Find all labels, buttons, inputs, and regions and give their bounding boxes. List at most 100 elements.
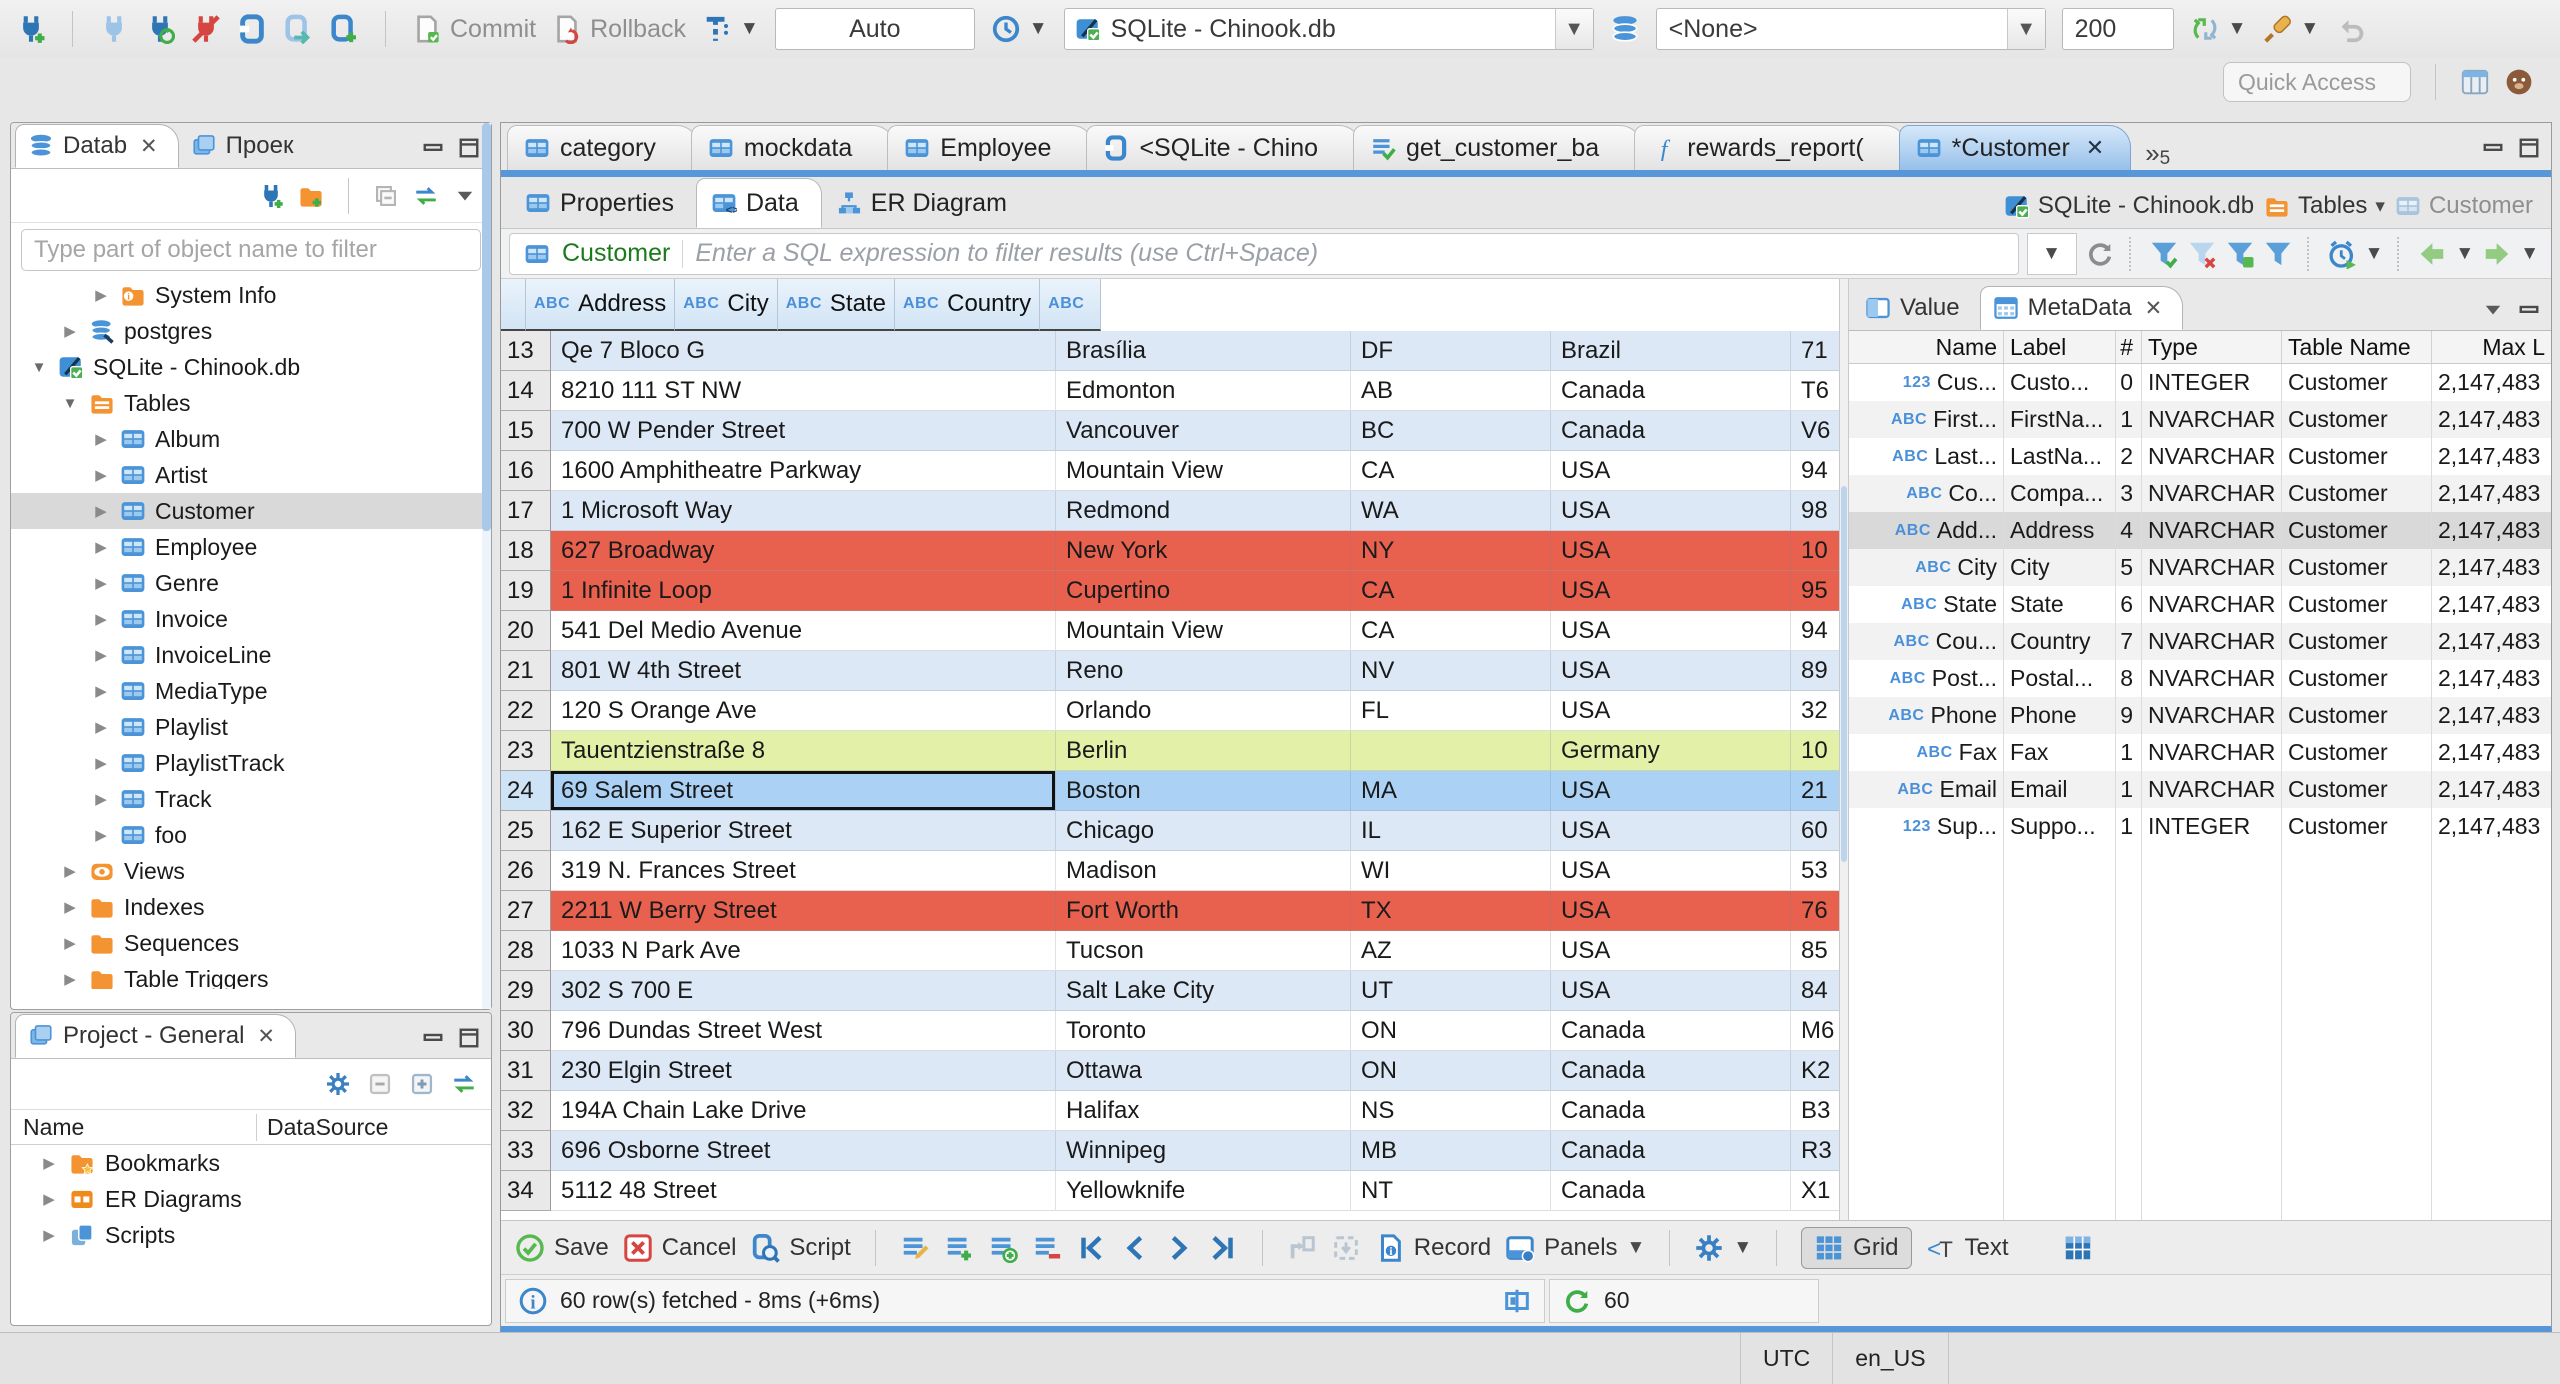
row-copy-icon[interactable] — [988, 1233, 1018, 1263]
cell-country[interactable]: USA — [1551, 531, 1791, 571]
tree-item[interactable]: Playlist — [11, 709, 491, 745]
cell-postalcode[interactable]: R3 — [1791, 1131, 1839, 1171]
row-number[interactable]: 23 — [501, 731, 551, 771]
breadcrumb-database[interactable]: SQLite - Chinook.db — [2004, 192, 2254, 220]
cell-address[interactable]: 541 Del Medio Avenue — [551, 611, 1056, 651]
project-item[interactable]: ER Diagrams — [11, 1181, 491, 1217]
collapse-all-icon[interactable] — [373, 183, 399, 209]
cell-city[interactable]: Boston — [1056, 771, 1351, 811]
expander-icon[interactable] — [60, 934, 80, 952]
cancel-button[interactable]: Cancel — [623, 1233, 736, 1263]
cell-state[interactable]: ON — [1351, 1051, 1551, 1091]
cell-state[interactable]: BC — [1351, 411, 1551, 451]
fetch-page-gray-icon[interactable] — [1287, 1233, 1317, 1263]
nav-prev-icon[interactable] — [1120, 1233, 1150, 1263]
result-tab[interactable]: ER Diagram — [822, 178, 1029, 228]
cell-city[interactable]: Halifax — [1056, 1091, 1351, 1131]
editor-tab[interactable]: get_customer_ba — [1353, 125, 1643, 170]
gear-icon[interactable] — [325, 1071, 351, 1097]
cell-state[interactable] — [1351, 731, 1551, 771]
tab-overflow-button[interactable]: » 5 — [2123, 136, 2184, 170]
cell-address[interactable]: 230 Elgin Street — [551, 1051, 1056, 1091]
quick-access-input[interactable]: Quick Access — [2223, 62, 2411, 102]
row-number[interactable]: 27 — [501, 891, 551, 931]
commit-button[interactable]: Commit — [412, 14, 536, 44]
expander-icon[interactable] — [91, 826, 111, 844]
cell-country[interactable]: USA — [1551, 811, 1791, 851]
row-number[interactable]: 18 — [501, 531, 551, 571]
max-icon[interactable] — [457, 1026, 481, 1050]
funnel-icon[interactable] — [2263, 239, 2293, 269]
cell-state[interactable]: TX — [1351, 891, 1551, 931]
cell-address[interactable]: 801 W 4th Street — [551, 651, 1056, 691]
result-tab[interactable]: <> Data — [695, 178, 822, 228]
combo-dropdown-button[interactable]: ▼ — [2006, 9, 2045, 49]
expander-icon[interactable] — [39, 1154, 59, 1172]
cell-postalcode[interactable]: 10 — [1791, 531, 1839, 571]
cell-city[interactable]: Madison — [1056, 851, 1351, 891]
metadata-row[interactable]: 123 Sup... Suppo... 1 INTEGER Customer 2,… — [1849, 808, 2551, 845]
cell-city[interactable]: Fort Worth — [1056, 891, 1351, 931]
tree-item[interactable]: Customer — [11, 493, 491, 529]
save-button[interactable]: Save — [515, 1233, 609, 1263]
row-number[interactable]: 30 — [501, 1011, 551, 1051]
cell-state[interactable]: DF — [1351, 331, 1551, 371]
expander-icon[interactable] — [60, 970, 80, 988]
undo-gray-icon[interactable] — [2335, 14, 2365, 44]
tab-database-navigator[interactable]: Datab ✕ — [15, 124, 179, 168]
metadata-row[interactable]: ABC Co... Compa... 3 NVARCHAR Customer 2,… — [1849, 475, 2551, 512]
metadata-row[interactable]: ABC Post... Postal... 8 NVARCHAR Customer… — [1849, 660, 2551, 697]
plug-refresh-icon[interactable] — [145, 14, 175, 44]
expander-icon[interactable] — [29, 359, 49, 376]
close-icon[interactable]: ✕ — [2086, 135, 2104, 161]
sql-editor-add-icon[interactable] — [329, 14, 359, 44]
cell-postalcode[interactable]: M6 — [1791, 1011, 1839, 1051]
grid-column-header[interactable]: ABC City — [675, 279, 778, 331]
persp-table-icon[interactable] — [2460, 67, 2490, 97]
close-icon[interactable]: ✕ — [257, 1024, 275, 1049]
tree-item[interactable]: PlaylistTrack — [11, 745, 491, 781]
grid-column-header[interactable]: ABC Country — [894, 279, 1041, 331]
cell-state[interactable]: NV — [1351, 651, 1551, 691]
metadata-row[interactable]: ABC State State 6 NVARCHAR Customer 2,147… — [1849, 586, 2551, 623]
expander-icon[interactable] — [91, 610, 111, 628]
cell-city[interactable]: Salt Lake City — [1056, 971, 1351, 1011]
chevron-down-icon[interactable] — [453, 184, 477, 208]
nav-forward-button[interactable]: ▼ — [2482, 239, 2539, 269]
cell-state[interactable]: UT — [1351, 971, 1551, 1011]
folder-add-icon[interactable] — [298, 183, 324, 209]
cell-country[interactable]: Canada — [1551, 1051, 1791, 1091]
settings-button[interactable]: ▼ — [1694, 1233, 1752, 1263]
cell-city[interactable]: Vancouver — [1056, 411, 1351, 451]
row-number[interactable]: 22 — [501, 691, 551, 731]
tree-item[interactable]: Album — [11, 421, 491, 457]
close-icon[interactable]: ✕ — [140, 134, 158, 159]
cell-postalcode[interactable]: 10 — [1791, 731, 1839, 771]
cell-city[interactable]: Toronto — [1056, 1011, 1351, 1051]
row-number[interactable]: 13 — [501, 331, 551, 371]
cell-postalcode[interactable]: 84 — [1791, 971, 1839, 1011]
max-icon[interactable] — [2517, 136, 2541, 160]
expander-icon[interactable] — [91, 286, 111, 304]
cell-address[interactable]: 1 Infinite Loop — [551, 571, 1056, 611]
column-header-datasource[interactable]: DataSource — [256, 1113, 388, 1141]
cell-address[interactable]: 696 Osborne Street — [551, 1131, 1056, 1171]
cell-address[interactable]: 302 S 700 E — [551, 971, 1056, 1011]
cell-postalcode[interactable]: 94 — [1791, 611, 1839, 651]
expander-icon[interactable] — [91, 466, 111, 484]
tree-item[interactable]: Invoice — [11, 601, 491, 637]
row-edit-icon[interactable] — [900, 1233, 930, 1263]
editor-tab[interactable]: mockdata — [690, 125, 896, 170]
metadata-row[interactable]: ABC Add... Address 4 NVARCHAR Customer 2,… — [1849, 512, 2551, 549]
cell-city[interactable]: Ottawa — [1056, 1051, 1351, 1091]
expander-icon[interactable] — [91, 646, 111, 664]
grid-scrollbar[interactable] — [1839, 279, 1849, 1220]
cell-city[interactable]: Winnipeg — [1056, 1131, 1351, 1171]
tree-item[interactable]: MediaType — [11, 673, 491, 709]
row-number[interactable]: 26 — [501, 851, 551, 891]
cell-state[interactable]: NS — [1351, 1091, 1551, 1131]
navigator-filter-input[interactable]: Type part of object name to filter — [21, 229, 481, 271]
cell-state[interactable]: MA — [1351, 771, 1551, 811]
tab-projects[interactable]: Проек — [179, 124, 314, 168]
cell-state[interactable]: WI — [1351, 851, 1551, 891]
